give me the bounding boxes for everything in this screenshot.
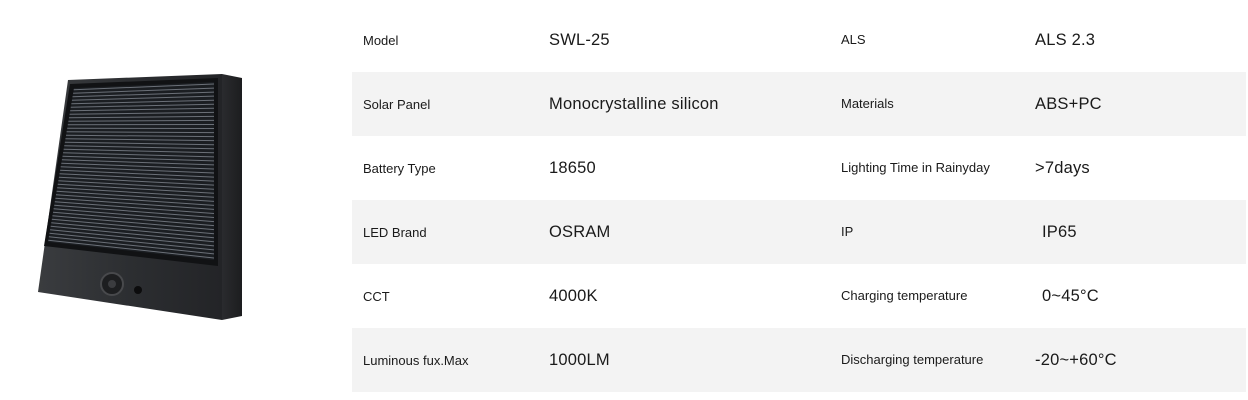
spec-label: LED Brand [363, 224, 427, 240]
spec-label-2: Lighting Time in Rainyday [841, 160, 990, 175]
spec-label-2: IP [841, 224, 854, 239]
spec-label: Battery Type [363, 160, 436, 176]
spec-value-2: -20~+60°C [1035, 350, 1117, 369]
spec-label: Solar Panel [363, 96, 431, 112]
spec-row: Model SWL-25 ALS ALS 2.3 [352, 8, 1246, 72]
spec-value: 1000LM [549, 350, 610, 369]
spec-label-2: ALS [841, 32, 866, 47]
spec-value: Monocrystalline silicon [549, 94, 719, 113]
spec-value: 4000K [549, 286, 598, 305]
spec-value-2: ABS+PC [1035, 94, 1102, 113]
spec-row: LED Brand OSRAM IP IP65 [352, 200, 1246, 264]
spec-value-2: ALS 2.3 [1035, 30, 1096, 49]
spec-value: SWL-25 [549, 30, 610, 49]
product-image [30, 70, 250, 330]
spec-label: Model [363, 32, 399, 48]
spec-value-2: 0~45°C [1042, 286, 1099, 305]
spec-value-2: >7days [1035, 158, 1090, 177]
spec-value-2: IP65 [1042, 222, 1077, 241]
spec-label-2: Charging temperature [841, 288, 968, 303]
spec-label-2: Materials [841, 96, 894, 111]
spec-table: Model SWL-25 ALS ALS 2.3 Solar Panel Monocrys… [352, 8, 1246, 392]
solar-wall-light-illustration [38, 74, 242, 320]
spec-label: CCT [363, 288, 390, 304]
spec-label: Luminous fux.Max [363, 352, 469, 368]
spec-value: 18650 [549, 158, 596, 177]
spec-row: Solar Panel Monocrystalline silicon Materi… [352, 72, 1246, 136]
spec-row: CCT 4000K Charging temperature 0~45°C [352, 264, 1246, 328]
spec-value: OSRAM [549, 222, 611, 241]
spec-row: Luminous fux.Max 1000LM Discharging temper… [352, 328, 1246, 392]
spec-row: Battery Type 18650 Lighting Time in Rainyd… [352, 136, 1246, 200]
spec-label-2: Discharging temperature [841, 352, 984, 367]
